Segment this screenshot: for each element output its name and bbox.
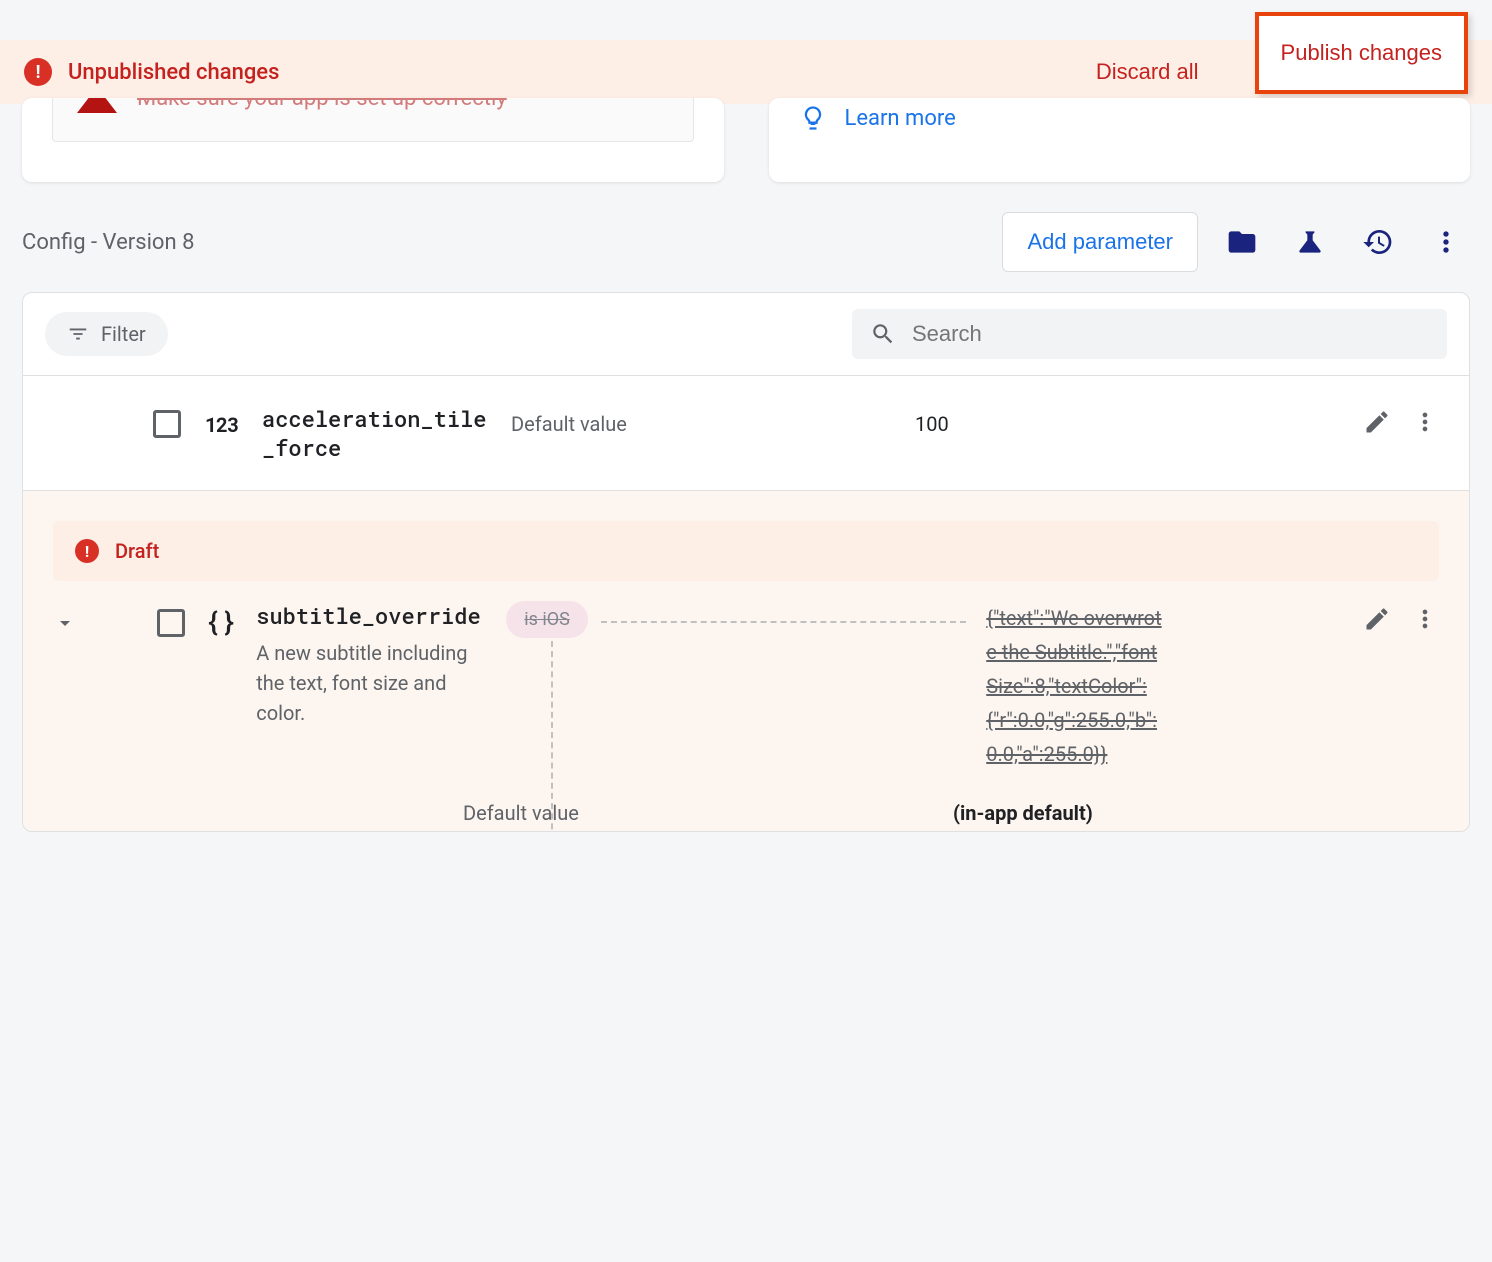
default-value-label: Default value	[463, 801, 933, 825]
number-type-icon: 123	[205, 412, 238, 438]
row-checkbox[interactable]	[157, 609, 185, 637]
parameter-description: A new subtitle including the text, font …	[256, 638, 486, 728]
json-type-icon: {}	[205, 605, 236, 639]
search-input[interactable]	[912, 321, 1429, 347]
draft-section: ! Draft {} subtitle_override A new subti…	[23, 491, 1469, 831]
config-version-title: Config - Version 8	[22, 230, 982, 255]
draft-alert-icon: !	[75, 539, 99, 563]
banner-text: Unpublished changes	[68, 60, 1080, 85]
edit-icon[interactable]	[1363, 408, 1391, 436]
config-panel: Filter 123 acceleration_tile_force Defau…	[22, 292, 1470, 832]
connector-line	[601, 621, 966, 623]
parameter-row: 123 acceleration_tile_force Default valu…	[23, 376, 1469, 491]
warning-triangle-icon	[77, 98, 117, 113]
learn-more-link[interactable]: Learn more	[845, 106, 956, 131]
search-box[interactable]	[852, 309, 1447, 359]
draft-badge: ! Draft	[53, 521, 1439, 581]
filter-label: Filter	[101, 322, 146, 346]
search-icon	[870, 321, 896, 347]
parameter-name: subtitle_override	[256, 601, 486, 630]
add-parameter-button[interactable]: Add parameter	[1002, 212, 1198, 272]
folder-icon[interactable]	[1218, 218, 1266, 266]
unpublished-banner: ! Unpublished changes Discard all Publis…	[0, 40, 1492, 104]
in-app-default-label: (in-app default)	[953, 801, 1093, 825]
setup-card-text: Make sure your app is set up correctly	[137, 98, 507, 111]
default-value-label: Default value	[511, 412, 891, 436]
draft-badge-text: Draft	[115, 539, 159, 563]
alert-icon: !	[24, 58, 52, 86]
row-checkbox[interactable]	[153, 410, 181, 438]
connector-line	[551, 641, 553, 832]
row-more-icon[interactable]	[1411, 605, 1439, 633]
lightbulb-icon	[799, 104, 827, 132]
row-more-icon[interactable]	[1411, 408, 1439, 436]
experiment-icon[interactable]	[1286, 218, 1334, 266]
filter-button[interactable]: Filter	[45, 312, 168, 356]
setup-card: Make sure your app is set up correctly	[22, 98, 724, 182]
chevron-down-icon[interactable]	[53, 611, 77, 635]
publish-changes-button[interactable]: Publish changes	[1255, 12, 1468, 94]
history-icon[interactable]	[1354, 218, 1402, 266]
discard-all-button[interactable]: Discard all	[1096, 59, 1199, 85]
parameter-name: acceleration_tile_force	[262, 404, 487, 462]
removed-value: {"text":"We overwrote the Subtitle.","fo…	[986, 601, 1166, 771]
parameter-value: 100	[915, 412, 1339, 436]
condition-chip[interactable]: is iOS	[506, 601, 588, 638]
learn-card: Learn more	[769, 98, 1471, 182]
filter-icon	[67, 323, 89, 345]
more-vert-icon[interactable]	[1422, 218, 1470, 266]
edit-icon[interactable]	[1363, 605, 1391, 633]
